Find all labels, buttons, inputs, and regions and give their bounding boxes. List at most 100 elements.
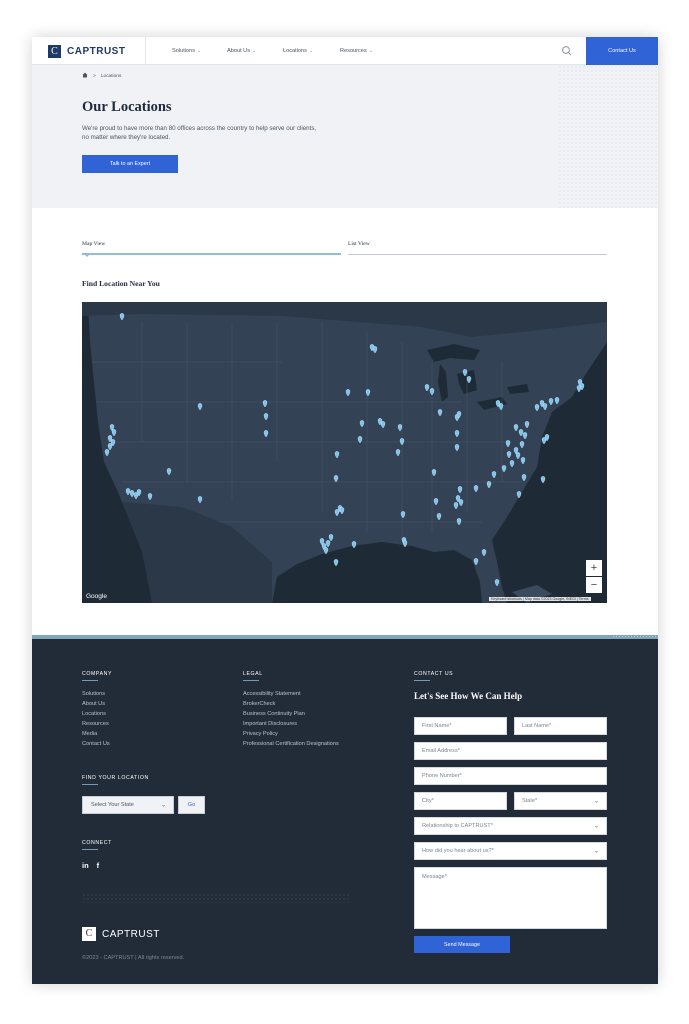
location-marker-icon[interactable] — [520, 457, 526, 465]
state-select[interactable]: Select Your State ⌄ — [82, 796, 174, 814]
location-marker-icon[interactable] — [437, 409, 443, 417]
footer-link-brokercheck[interactable]: BrokerCheck — [243, 701, 275, 707]
first-name-field[interactable]: First Name* — [414, 717, 507, 735]
location-marker-icon[interactable] — [454, 444, 460, 452]
facebook-icon[interactable]: f — [97, 861, 100, 870]
location-marker-icon[interactable] — [334, 451, 340, 459]
location-marker-icon[interactable] — [515, 452, 521, 460]
location-marker-icon[interactable] — [462, 369, 468, 377]
location-marker-icon[interactable] — [457, 486, 463, 494]
location-marker-icon[interactable] — [429, 388, 435, 396]
send-message-button[interactable]: Send Message — [414, 936, 510, 953]
footer-link-locations[interactable]: Locations — [82, 711, 106, 717]
location-marker-icon[interactable] — [521, 474, 527, 482]
location-marker-icon[interactable] — [395, 449, 401, 457]
location-marker-icon[interactable] — [402, 540, 408, 548]
location-marker-icon[interactable] — [263, 413, 269, 421]
location-marker-icon[interactable] — [325, 540, 331, 548]
location-marker-icon[interactable] — [541, 437, 547, 445]
location-marker-icon[interactable] — [473, 558, 479, 566]
contact-us-button[interactable]: Contact Us — [586, 37, 658, 65]
location-marker-icon[interactable] — [491, 471, 497, 479]
nav-about-us[interactable]: About Us ⌄ — [227, 37, 256, 65]
location-marker-icon[interactable] — [345, 389, 351, 397]
location-marker-icon[interactable] — [494, 579, 500, 587]
location-marker-icon[interactable] — [433, 498, 439, 506]
location-marker-icon[interactable] — [359, 420, 365, 428]
tab-list-view[interactable]: List View — [348, 241, 370, 247]
footer-link-disclosures[interactable]: Important Disclosures — [243, 721, 297, 727]
location-marker-icon[interactable] — [397, 424, 403, 432]
location-marker-icon[interactable] — [522, 432, 528, 440]
location-marker-icon[interactable] — [509, 460, 515, 468]
location-marker-icon[interactable] — [518, 429, 524, 437]
location-marker-icon[interactable] — [431, 469, 437, 477]
nav-resources[interactable]: Resources ⌄ — [340, 37, 373, 65]
footer-link-solutions[interactable]: Solutions — [82, 691, 105, 697]
linkedin-icon[interactable]: in — [82, 861, 89, 870]
locations-map[interactable]: + − Google Keyboard shortcuts | Map data… — [82, 302, 607, 603]
nav-locations[interactable]: Locations ⌄ — [283, 37, 313, 65]
location-marker-icon[interactable] — [333, 559, 339, 567]
footer-link-privacy[interactable]: Privacy Policy — [243, 731, 278, 737]
tab-map-view[interactable]: Map View — [82, 241, 105, 247]
go-button[interactable]: Go — [178, 796, 205, 814]
location-marker-icon[interactable] — [498, 403, 504, 411]
talk-to-expert-button[interactable]: Talk to an Expert — [82, 155, 178, 173]
location-marker-icon[interactable] — [357, 436, 363, 444]
location-marker-icon[interactable] — [454, 430, 460, 438]
location-marker-icon[interactable] — [333, 475, 339, 483]
zoom-in-button[interactable]: + — [586, 560, 602, 576]
location-marker-icon[interactable] — [104, 449, 110, 457]
hear-about-dropdown[interactable]: How did you hear about us?* ⌄ — [414, 842, 607, 860]
footer-link-media[interactable]: Media — [82, 731, 97, 737]
location-marker-icon[interactable] — [107, 443, 113, 451]
location-marker-icon[interactable] — [129, 490, 135, 498]
location-marker-icon[interactable] — [111, 429, 117, 437]
location-marker-icon[interactable] — [365, 389, 371, 397]
location-marker-icon[interactable] — [323, 547, 329, 555]
location-marker-icon[interactable] — [466, 376, 472, 384]
nav-solutions[interactable]: Solutions ⌄ — [172, 37, 201, 65]
location-marker-icon[interactable] — [436, 513, 442, 521]
location-marker-icon[interactable] — [453, 502, 459, 510]
location-marker-icon[interactable] — [519, 441, 525, 449]
location-marker-icon[interactable] — [339, 507, 345, 515]
captrust-logo[interactable]: C CAPTRUST — [32, 37, 146, 65]
location-marker-icon[interactable] — [125, 488, 131, 496]
location-marker-icon[interactable] — [501, 465, 507, 473]
location-marker-icon[interactable] — [554, 397, 560, 405]
location-marker-icon[interactable] — [576, 385, 582, 393]
location-marker-icon[interactable] — [351, 541, 357, 549]
location-marker-icon[interactable] — [458, 499, 464, 507]
map-attribution[interactable]: Keyboard shortcuts | Map data ©2023 Goog… — [489, 597, 591, 601]
footer-link-resources[interactable]: Resources — [82, 721, 109, 727]
city-field[interactable]: City* — [414, 792, 507, 810]
footer-link-about-us[interactable]: About Us — [82, 701, 105, 707]
location-marker-icon[interactable] — [262, 400, 268, 408]
location-marker-icon[interactable] — [119, 313, 125, 321]
location-marker-icon[interactable] — [513, 424, 519, 432]
location-marker-icon[interactable] — [372, 346, 378, 354]
location-marker-icon[interactable] — [506, 451, 512, 459]
last-name-field[interactable]: Last Name* — [514, 717, 607, 735]
footer-link-continuity[interactable]: Business Continuity Plan — [243, 711, 305, 717]
footer-logo[interactable]: C CAPTRUST — [82, 927, 160, 941]
location-marker-icon[interactable] — [197, 496, 203, 504]
footer-link-certifications[interactable]: Professional Certification Designations — [243, 741, 339, 747]
state-dropdown[interactable]: State* ⌄ — [514, 792, 607, 810]
location-marker-icon[interactable] — [197, 403, 203, 411]
home-icon[interactable] — [82, 72, 88, 80]
location-marker-icon[interactable] — [166, 468, 172, 476]
relationship-dropdown[interactable]: Relationship to CAPTRUST* ⌄ — [414, 817, 607, 835]
location-marker-icon[interactable] — [486, 481, 492, 489]
location-marker-icon[interactable] — [380, 421, 386, 429]
location-marker-icon[interactable] — [481, 549, 487, 557]
location-marker-icon[interactable] — [328, 534, 334, 542]
search-icon[interactable] — [560, 44, 574, 58]
location-marker-icon[interactable] — [540, 476, 546, 484]
location-marker-icon[interactable] — [399, 438, 405, 446]
location-marker-icon[interactable] — [334, 509, 340, 517]
message-textarea[interactable]: Message* — [414, 867, 607, 929]
location-marker-icon[interactable] — [516, 491, 522, 499]
